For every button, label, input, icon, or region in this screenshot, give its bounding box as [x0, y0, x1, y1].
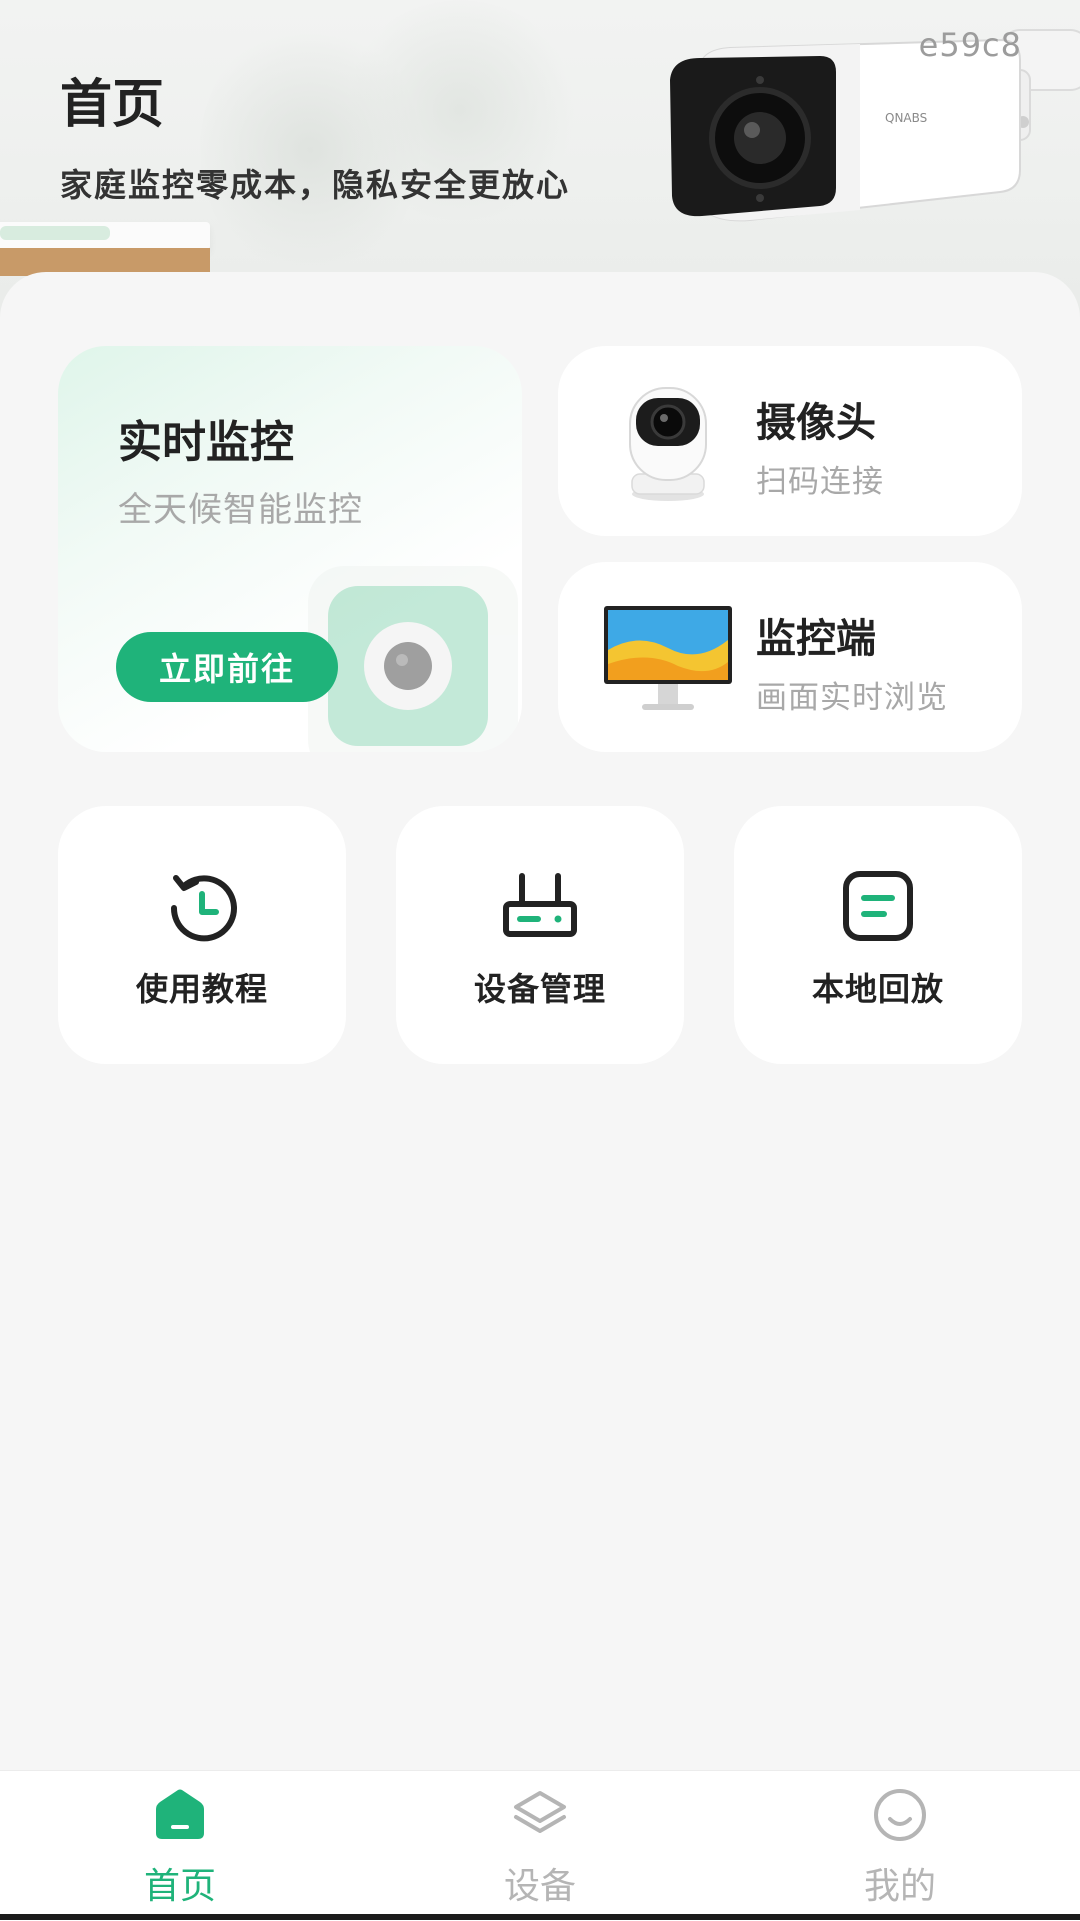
nav-label-mine: 我的: [863, 1866, 936, 1907]
table-glow: [0, 226, 110, 240]
history-icon: [170, 875, 237, 942]
monitor-card-subtitle: 画面实时浏览: [756, 680, 948, 716]
dome-camera-icon: [629, 387, 707, 501]
tile-local-playback[interactable]: 本地回放: [734, 806, 1022, 1064]
nav-label-devices: 设备: [503, 1866, 576, 1907]
page-subtitle: 家庭监控零成本，隐私安全更放心: [60, 166, 571, 204]
home-icon: [156, 1789, 204, 1839]
watermark: e59c8: [918, 26, 1022, 64]
nav-item-mine[interactable]: 我的: [800, 1771, 1000, 1921]
live-monitor-card[interactable]: 实时监控 全天候智能监控 立即前往: [58, 346, 522, 752]
nav-item-home[interactable]: 首页: [80, 1771, 280, 1921]
smile-icon: [874, 1789, 926, 1841]
tile-device-management[interactable]: 设备管理: [396, 806, 684, 1064]
nav-label-home: 首页: [143, 1866, 216, 1907]
svg-text:QNABS: QNABS: [885, 111, 927, 125]
system-bar: [0, 1914, 1080, 1920]
monitor-card[interactable]: 监控端 画面实时浏览: [558, 562, 1022, 752]
tile-local-playback-label: 本地回放: [811, 970, 944, 1008]
camera-card-subtitle: 扫码连接: [756, 464, 884, 500]
monitor-card-title: 监控端: [756, 616, 876, 662]
tile-tutorial-label: 使用教程: [135, 970, 268, 1008]
page-title: 首页: [60, 75, 165, 135]
layers-icon: [514, 1791, 566, 1833]
router-icon: [503, 873, 577, 937]
bottom-navigation: 首页 设备 我的: [0, 1770, 1080, 1921]
monitor-display-icon: [604, 606, 732, 710]
tile-device-management-label: 设备管理: [473, 970, 606, 1008]
nav-item-devices[interactable]: 设备: [440, 1771, 640, 1921]
camera-card[interactable]: 摄像头 扫码连接: [558, 346, 1022, 536]
camera-card-title: 摄像头: [756, 400, 876, 446]
live-monitor-subtitle: 全天候智能监控: [118, 490, 363, 530]
live-monitor-title: 实时监控: [118, 417, 294, 468]
tile-tutorial[interactable]: 使用教程: [58, 806, 346, 1064]
go-now-button[interactable]: 立即前往: [116, 632, 338, 702]
playback-icon: [843, 871, 913, 941]
